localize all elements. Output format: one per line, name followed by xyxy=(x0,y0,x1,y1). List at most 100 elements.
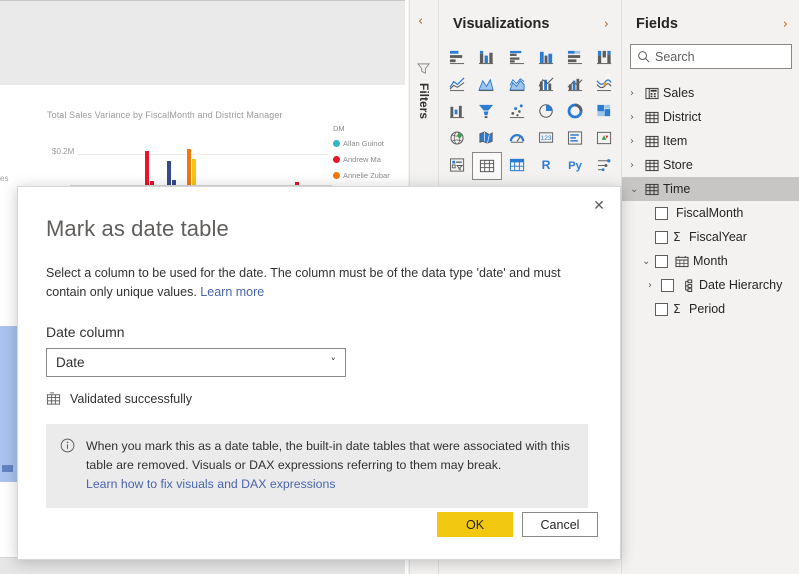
chart-bar xyxy=(167,161,171,185)
pie-chart-icon[interactable] xyxy=(532,98,560,124)
fields-title: Fields xyxy=(636,16,678,32)
chevron-down-icon: ˅ xyxy=(331,356,337,369)
table-icon xyxy=(643,183,660,196)
slicer-icon[interactable] xyxy=(443,152,471,178)
chart-bar xyxy=(192,159,196,185)
measure-sigma-icon: Σ xyxy=(673,302,686,316)
filled-map-icon[interactable] xyxy=(472,125,500,151)
learn-more-link[interactable]: Learn more xyxy=(200,285,264,299)
waterfall-chart-icon[interactable] xyxy=(443,98,471,124)
treemap-icon[interactable] xyxy=(590,98,618,124)
fields-tree-item[interactable]: ΣFiscalYear xyxy=(622,225,799,249)
line-chart-icon[interactable] xyxy=(443,71,471,97)
fields-tree-item[interactable]: ΣPeriod xyxy=(622,297,799,321)
measure-sigma-icon: Σ xyxy=(673,230,686,244)
fields-tree-item[interactable]: ›District xyxy=(622,105,799,129)
chevron-right-icon[interactable]: › xyxy=(630,88,643,99)
fix-visuals-link[interactable]: Learn how to fix visuals and DAX express… xyxy=(86,477,335,491)
chevron-right-icon[interactable]: › xyxy=(604,17,609,32)
fields-tree-item[interactable]: ›Sales xyxy=(622,81,799,105)
fields-header: Fields › xyxy=(622,0,799,44)
cancel-button[interactable]: Cancel xyxy=(522,512,598,537)
fields-tree-item[interactable]: FiscalMonth xyxy=(622,201,799,225)
chevron-right-icon[interactable]: › xyxy=(630,136,643,147)
gauge-icon[interactable] xyxy=(503,125,531,151)
search-input[interactable]: Search xyxy=(630,44,792,69)
fields-tree-item-label: Date Hierarchy xyxy=(699,278,782,292)
chevron-down-icon[interactable]: ⌄ xyxy=(642,256,655,267)
chevron-right-icon[interactable]: › xyxy=(648,280,661,291)
info-message: When you mark this as a date table, the … xyxy=(86,439,570,472)
date-table-icon xyxy=(46,391,61,406)
svg-text:123: 123 xyxy=(540,135,551,142)
fields-tree-item[interactable]: › Store xyxy=(622,153,799,177)
table-icon xyxy=(643,159,660,172)
selected-visual-band[interactable] xyxy=(0,326,17,482)
field-checkbox[interactable] xyxy=(655,303,668,316)
ok-button[interactable]: OK xyxy=(437,512,513,537)
fields-tree-item[interactable]: ⌄ Month xyxy=(622,249,799,273)
fields-tree-item[interactable]: ⌄ Time xyxy=(622,177,799,201)
python-visual-icon[interactable]: Py xyxy=(561,152,589,178)
area-chart-icon[interactable] xyxy=(472,71,500,97)
100-percent-stacked-bar-chart-icon[interactable] xyxy=(561,44,589,70)
fields-tree-item-label: Time xyxy=(663,182,690,196)
multi-row-card-icon[interactable] xyxy=(561,125,589,151)
table-icon xyxy=(643,111,660,124)
close-icon[interactable]: ✕ xyxy=(586,193,612,219)
donut-chart-icon[interactable] xyxy=(561,98,589,124)
matrix-icon[interactable] xyxy=(503,152,531,178)
table-icon xyxy=(645,111,659,124)
legend-item[interactable]: Annelie Zubar xyxy=(333,171,390,180)
power-bi-window: Total Sales Variance by FiscalMonth and … xyxy=(0,0,799,574)
hierarchy-icon xyxy=(679,279,696,292)
line-and-stacked-column-chart-icon[interactable] xyxy=(532,71,560,97)
map-icon[interactable] xyxy=(443,125,471,151)
funnel-chart-icon[interactable] xyxy=(472,98,500,124)
fields-tree-item-label: Store xyxy=(663,158,693,172)
ribbon-chart-icon[interactable] xyxy=(590,71,618,97)
dialog-description-text: Select a column to be used for the date.… xyxy=(46,266,561,299)
key-influencers-icon[interactable] xyxy=(590,152,618,178)
stacked-column-chart-icon[interactable] xyxy=(472,44,500,70)
top-toolbar xyxy=(0,0,405,86)
fields-tree-item[interactable]: › Item xyxy=(622,129,799,153)
fields-tree-item-label: Item xyxy=(663,134,687,148)
stacked-area-chart-icon[interactable] xyxy=(503,71,531,97)
legend-title: DM xyxy=(333,124,390,133)
date-column-select[interactable]: Date ˅ xyxy=(46,348,346,377)
kpi-icon[interactable] xyxy=(590,125,618,151)
chevron-right-icon[interactable]: › xyxy=(783,17,788,32)
scatter-chart-icon[interactable] xyxy=(503,98,531,124)
dialog-description: Select a column to be used for the date.… xyxy=(46,264,591,302)
clustered-column-chart-icon[interactable] xyxy=(532,44,560,70)
svg-text:Py: Py xyxy=(568,160,583,172)
legend-item[interactable]: Allan Guinot xyxy=(333,139,390,148)
fields-tree: ›Sales›District›Item›Store⌄TimeFiscalMon… xyxy=(622,81,799,321)
legend-item-label: Andrew Ma xyxy=(343,155,381,164)
visualization-type-grid: 123 R Py xyxy=(439,44,621,207)
field-checkbox[interactable] xyxy=(655,231,668,244)
clustered-bar-chart-icon[interactable] xyxy=(503,44,531,70)
line-and-clustered-column-chart-icon[interactable] xyxy=(561,71,589,97)
calculator-table-icon xyxy=(643,87,660,100)
legend-item[interactable]: Andrew Ma xyxy=(333,155,390,164)
100-percent-stacked-column-chart-icon[interactable] xyxy=(590,44,618,70)
fields-tree-item[interactable]: › Date Hierarchy xyxy=(622,273,799,297)
chevron-right-icon[interactable]: › xyxy=(630,112,643,123)
calendar-icon xyxy=(675,255,689,268)
field-checkbox[interactable] xyxy=(655,207,668,220)
r-script-visual-icon[interactable]: R xyxy=(532,152,560,178)
table-icon xyxy=(645,183,659,196)
card-icon[interactable]: 123 xyxy=(532,125,560,151)
chevron-left-icon[interactable]: ‹ xyxy=(418,14,423,29)
calendar-icon xyxy=(673,255,690,268)
stacked-bar-chart-icon[interactable] xyxy=(443,44,471,70)
field-checkbox[interactable] xyxy=(655,255,668,268)
chevron-right-icon[interactable]: › xyxy=(630,160,643,171)
field-checkbox[interactable] xyxy=(661,279,674,292)
table-icon[interactable] xyxy=(472,152,502,180)
chevron-down-icon[interactable]: ⌄ xyxy=(630,184,643,195)
dialog-title: Mark as date table xyxy=(46,216,592,242)
fields-tree-item-label: Month xyxy=(693,254,728,268)
